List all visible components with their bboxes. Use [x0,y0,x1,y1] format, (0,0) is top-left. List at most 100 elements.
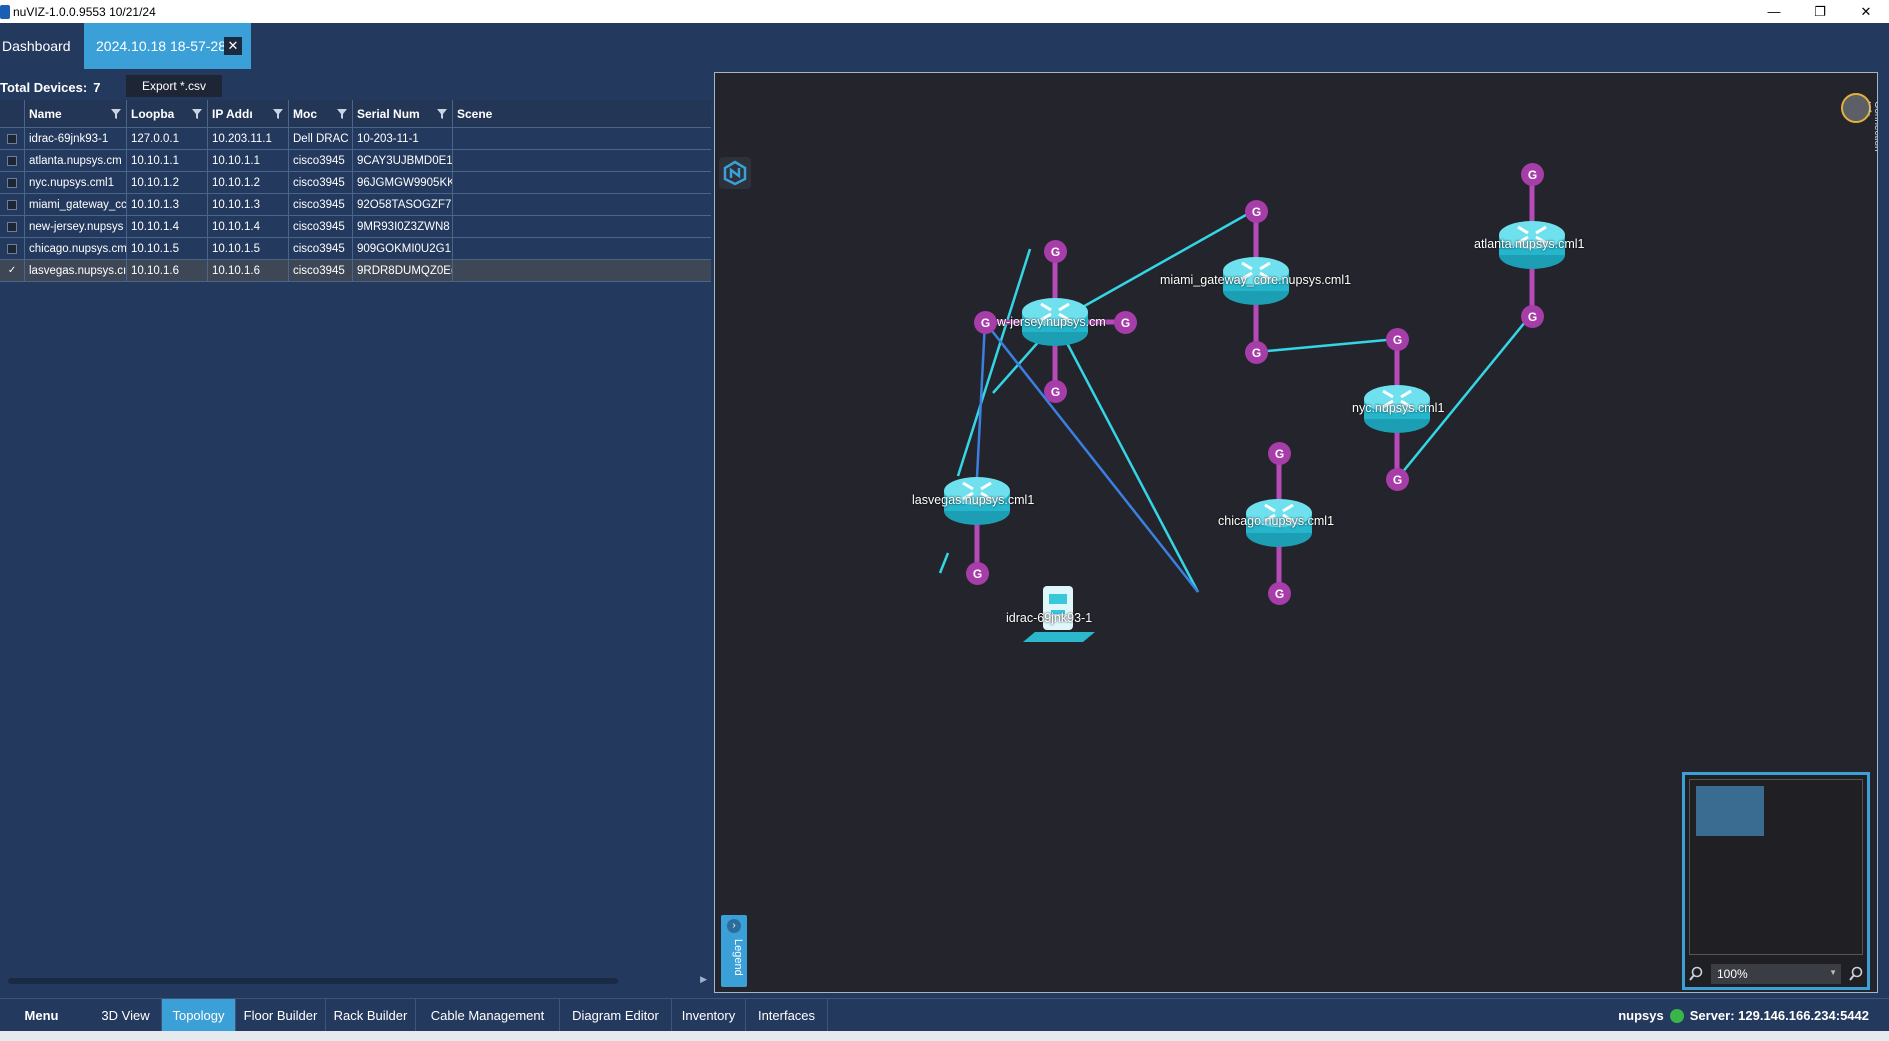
column-ip-address[interactable]: IP Addı [208,100,289,127]
column-scene[interactable]: Scene [453,100,711,127]
router-label-new-jersey[interactable]: w-jersey.nupsys.cm [997,315,1106,329]
horizontal-scrollbar[interactable]: ▶ [0,974,711,988]
cell-name: atlanta.nupsys.cm [25,150,127,171]
row-checkbox-checked[interactable]: ✓ [7,265,17,276]
gateway-node[interactable]: G [1245,200,1268,223]
legend-toggle[interactable]: › Legend [721,915,747,987]
tab-3d-view[interactable]: 3D View [90,999,162,1032]
gateway-node[interactable]: G [1245,341,1268,364]
column-loopback[interactable]: Loopba [127,100,208,127]
row-checkbox[interactable] [7,221,17,232]
cell-scene [453,150,711,171]
server-label-idrac[interactable]: idrac-69jnk93-1 [1006,611,1092,625]
gateway-node[interactable]: G [966,562,989,585]
export-csv-button[interactable]: Export *.csv [126,75,222,97]
grid-header: Name Loopba IP Addı Moc Serial Num Scene [0,100,711,128]
zoom-select[interactable]: 100% ▼ [1711,964,1841,984]
cell-model: cisco3945 [289,194,353,215]
cell-scene [453,238,711,259]
minimap[interactable]: 100% ▼ [1682,772,1870,990]
tab-interfaces[interactable]: Interfaces [746,999,828,1032]
gateway-node[interactable]: G [1268,582,1291,605]
os-taskbar [0,1031,1889,1041]
column-ip-label: IP Addı [212,106,253,121]
select-all-column[interactable] [0,100,25,127]
tab-dashboard[interactable]: Dashboard [0,23,83,69]
cell-serial: 10-203-11-1 [353,128,453,149]
scrollbar-thumb[interactable] [8,978,618,984]
gateway-node[interactable]: G [1521,305,1544,328]
gateway-node[interactable]: G [1521,163,1544,186]
router-label-nyc[interactable]: nyc.nupsys.cml1 [1352,401,1444,415]
total-devices-count: 7 [93,79,101,95]
table-row[interactable]: new-jersey.nupsys 10.10.1.4 10.10.1.4 ci… [0,216,711,238]
app-logo-icon [719,157,751,189]
row-checkbox[interactable] [7,155,17,166]
table-row[interactable]: idrac-69jnk93-1 127.0.0.1 10.203.11.1 De… [0,128,711,150]
close-window-icon[interactable]: ✕ [1843,0,1889,23]
cell-name: lasvegas.nupsys.cı [25,260,127,281]
gateway-node[interactable]: G [1386,468,1409,491]
router-label-chicago[interactable]: chicago.nupsys.cml1 [1218,514,1334,528]
scroll-right-icon[interactable]: ▶ [700,974,707,985]
table-row-selected[interactable]: ✓ lasvegas.nupsys.cı 10.10.1.6 10.10.1.6… [0,260,711,282]
cell-loopback: 127.0.0.1 [127,128,208,149]
cell-ip: 10.10.1.3 [208,194,289,215]
chevron-right-icon: › [727,919,741,933]
column-name-label: Name [29,106,62,121]
gateway-node[interactable]: G [974,311,997,334]
filter-icon[interactable] [191,108,203,120]
gateway-node[interactable]: G [1386,328,1409,351]
minimize-icon[interactable]: — [1751,0,1797,23]
row-checkbox[interactable] [7,133,17,144]
filter-icon[interactable] [436,108,448,120]
cell-loopback: 10.10.1.2 [127,172,208,193]
filter-icon[interactable] [272,108,284,120]
column-loopback-label: Loopba [131,106,175,121]
column-serial[interactable]: Serial Num [353,100,453,127]
filter-icon[interactable] [110,108,122,120]
gateway-node[interactable]: G [1268,442,1291,465]
tab-floor-builder[interactable]: Floor Builder [236,999,326,1032]
tab-session-label: 2024.10.18 18-57-28 [96,38,226,54]
gateway-node[interactable]: G [1114,311,1137,334]
cell-scene [453,194,711,215]
menu-button[interactable]: Menu [0,999,83,1032]
tab-cable-management[interactable]: Cable Management [416,999,560,1032]
zoom-out-icon[interactable] [1685,963,1707,985]
gateway-node[interactable]: G [1044,380,1067,403]
router-label-lasvegas[interactable]: lasvegas.nupsys.cml1 [912,493,1034,507]
status-dot-icon [1669,1008,1684,1023]
filter-icon[interactable] [336,108,348,120]
link [984,321,1199,593]
table-row[interactable]: nyc.nupsys.cml1 10.10.1.2 10.10.1.2 cisc… [0,172,711,194]
table-row[interactable]: atlanta.nupsys.cm 10.10.1.1 10.10.1.1 ci… [0,150,711,172]
restore-icon[interactable]: ❐ [1797,0,1843,23]
router-label-atlanta[interactable]: atlanta.nupsys.cml1 [1474,237,1584,251]
row-checkbox[interactable] [7,243,17,254]
close-tab-icon[interactable]: ✕ [224,37,242,55]
table-row[interactable]: chicago.nupsys.cm 10.10.1.5 10.10.1.5 ci… [0,238,711,260]
device-panel: Total Devices: 7 Export *.csv Name Loopb… [0,70,711,998]
tab-rack-builder[interactable]: Rack Builder [326,999,416,1032]
router-label-miami[interactable]: miami_gateway_core.nupsys.cml1 [1160,273,1351,287]
column-model[interactable]: Moc [289,100,353,127]
minimap-viewport[interactable] [1696,786,1764,836]
tab-session[interactable]: 2024.10.18 18-57-28 ✕ [84,23,251,69]
row-checkbox[interactable] [7,199,17,210]
column-name[interactable]: Name [25,100,127,127]
gateway-node[interactable]: G [1044,240,1067,263]
cell-loopback: 10.10.1.3 [127,194,208,215]
username: nupsys [1618,1008,1664,1023]
connection-info-tab[interactable]: Connection Info [1869,101,1877,161]
total-devices-label: Total Devices: [0,79,88,95]
row-checkbox[interactable] [7,177,17,188]
table-row[interactable]: miami_gateway_cc 10.10.1.3 10.10.1.3 cis… [0,194,711,216]
cell-model: Dell DRAC [289,128,353,149]
zoom-in-icon[interactable] [1845,963,1867,985]
tab-topology[interactable]: Topology [162,999,236,1032]
tab-inventory[interactable]: Inventory [672,999,746,1032]
minimap-canvas[interactable] [1689,779,1863,955]
tab-diagram-editor[interactable]: Diagram Editor [560,999,672,1032]
view-toggle-button[interactable] [1841,93,1871,123]
